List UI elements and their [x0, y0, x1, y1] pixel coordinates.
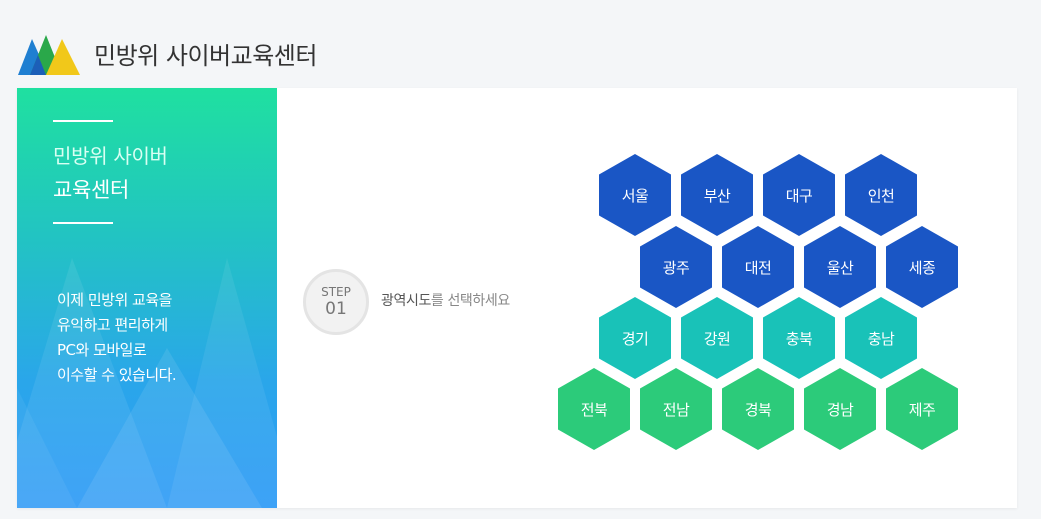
region-daegu-button[interactable]: 대구: [763, 154, 835, 236]
description-line: 유익하고 편리하게: [57, 316, 168, 334]
region-ulsan-button[interactable]: 울산: [804, 226, 876, 308]
region-daejeon-button[interactable]: 대전: [722, 226, 794, 308]
region-chungbuk-button[interactable]: 충북: [763, 297, 835, 379]
site-title: 민방위 사이버교육센터: [94, 41, 317, 70]
step-label: STEP: [321, 285, 351, 299]
region-sejong-button[interactable]: 세종: [886, 226, 958, 308]
step-number: 01: [325, 299, 347, 319]
intro-sidebar: 민방위 사이버 교육센터 이제 민방위 교육을 유익하고 편리하게 PC와 모바…: [17, 88, 277, 508]
description-line: PC와 모바일로: [57, 341, 147, 359]
region-gyeongnam-button[interactable]: 경남: [804, 368, 876, 450]
region-gyeongbuk-button[interactable]: 경북: [722, 368, 794, 450]
step-badge: STEP 01: [303, 269, 369, 335]
region-gwangju-button[interactable]: 광주: [640, 226, 712, 308]
instruction-text: 를 선택하세요: [430, 293, 510, 309]
site-header: 민방위 사이버교육센터: [18, 28, 317, 78]
divider-top: [53, 120, 113, 122]
region-incheon-button[interactable]: 인천: [845, 154, 917, 236]
instruction-highlight: 광역시도: [381, 293, 431, 309]
sidebar-title-line2: 교육센터: [53, 178, 130, 202]
description-line: 이수할 수 있습니다.: [57, 366, 177, 384]
region-seoul-button[interactable]: 서울: [599, 154, 671, 236]
region-jeonbuk-button[interactable]: 전북: [558, 368, 630, 450]
region-gangwon-button[interactable]: 강원: [681, 297, 753, 379]
sidebar-description: 이제 민방위 교육을 유익하고 편리하게 PC와 모바일로 이수할 수 있습니다…: [57, 288, 257, 388]
main-panel: 민방위 사이버 교육센터 이제 민방위 교육을 유익하고 편리하게 PC와 모바…: [17, 88, 1017, 508]
logo-icon[interactable]: [18, 29, 80, 77]
description-line: 이제 민방위 교육을: [57, 291, 172, 309]
region-jeonnam-button[interactable]: 전남: [640, 368, 712, 450]
divider-bottom: [53, 222, 113, 224]
region-busan-button[interactable]: 부산: [681, 154, 753, 236]
sidebar-title-line1: 민방위 사이버: [53, 144, 168, 168]
region-jeju-button[interactable]: 제주: [886, 368, 958, 450]
step-instruction: 광역시도를 선택하세요: [381, 290, 510, 310]
region-chungnam-button[interactable]: 충남: [845, 297, 917, 379]
region-gyeonggi-button[interactable]: 경기: [599, 297, 671, 379]
